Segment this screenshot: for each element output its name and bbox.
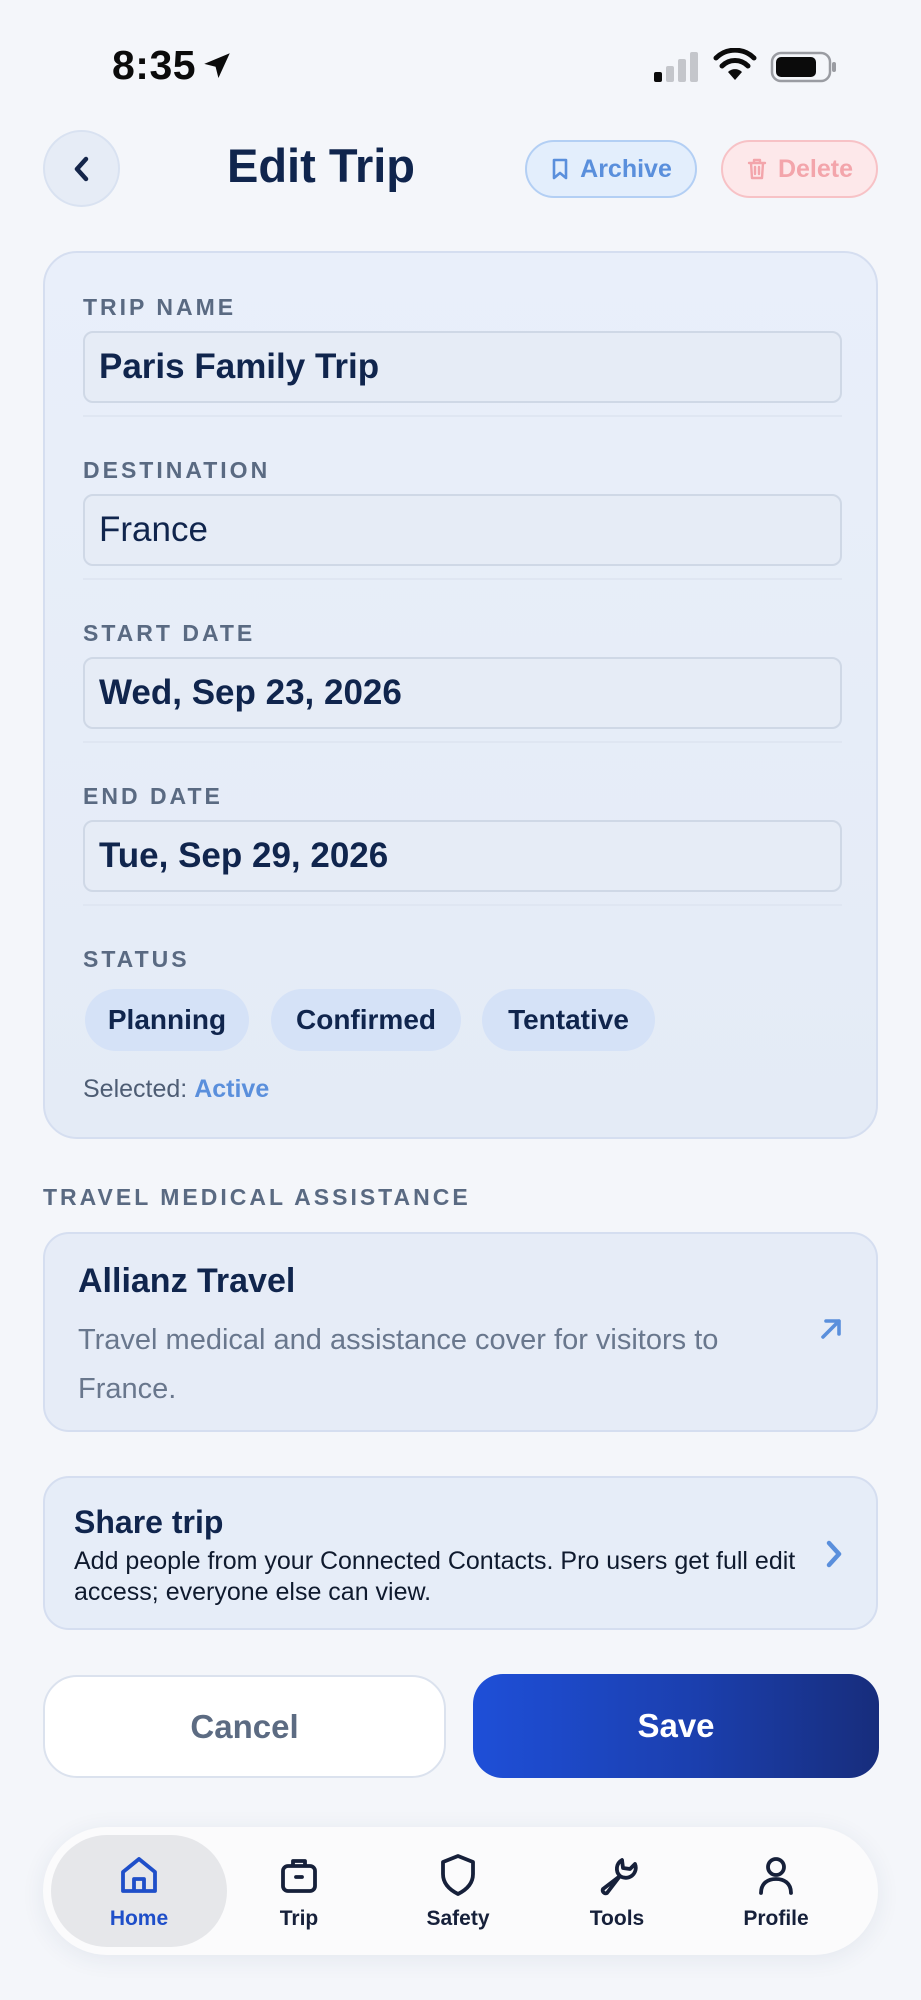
home-icon (121, 1857, 157, 1893)
share-trip-description: Add people from your Connected Contacts.… (74, 1547, 796, 1606)
selected-status-value: Active (194, 1075, 270, 1103)
field-divider (83, 904, 842, 906)
medical-assistance-card[interactable]: Allianz Travel Travel medical and assist… (43, 1232, 878, 1432)
user-icon (759, 1857, 793, 1895)
field-divider (83, 415, 842, 417)
trip-name-input[interactable]: Paris Family Trip (83, 331, 842, 403)
destination-label: DESTINATION (83, 457, 271, 483)
tab-safety[interactable]: Safety (370, 1835, 546, 1947)
bookmark-icon (552, 158, 568, 180)
tab-tools[interactable]: Tools (529, 1835, 705, 1947)
briefcase-icon (281, 1859, 317, 1893)
external-link-arrow-icon (821, 1319, 841, 1339)
destination-input[interactable]: France (83, 494, 842, 566)
status-chip-planning[interactable]: Planning (85, 989, 249, 1051)
tab-safety-label: Safety (426, 1907, 490, 1930)
status-label: STATUS (83, 946, 190, 972)
delete-label: Delete (777, 154, 854, 183)
chevron-right-icon (826, 1540, 842, 1568)
cellular-signal-icon (654, 52, 698, 82)
status-bar: 8:35 (0, 0, 921, 120)
status-chip-confirmed[interactable]: Confirmed (271, 989, 461, 1051)
location-arrow-icon (204, 53, 230, 79)
tab-home-label: Home (109, 1907, 169, 1930)
status-time: 8:35 (112, 42, 197, 88)
field-divider (83, 578, 842, 580)
cancel-button[interactable]: Cancel (43, 1675, 446, 1778)
tab-profile[interactable]: Profile (688, 1835, 864, 1947)
provider-description: Travel medical and assistance cover for … (78, 1324, 719, 1405)
status-chip-tentative[interactable]: Tentative (482, 989, 655, 1051)
end-date-label: END DATE (83, 783, 223, 809)
selected-prefix: Selected: (83, 1075, 188, 1103)
battery-icon (770, 51, 836, 83)
share-trip-title: Share trip (74, 1504, 224, 1540)
trip-form-card: TRIP NAME Paris Family Trip DESTINATION … (43, 251, 878, 1139)
tab-tools-label: Tools (589, 1907, 645, 1930)
delete-button[interactable]: Delete (721, 140, 878, 198)
archive-label: Archive (580, 154, 672, 183)
wifi-icon (713, 48, 757, 80)
medical-section-heading: TRAVEL MEDICAL ASSISTANCE (43, 1184, 471, 1210)
share-trip-card[interactable]: Share trip Add people from your Connecte… (43, 1476, 878, 1630)
tab-trip-label: Trip (279, 1907, 319, 1930)
start-date-input[interactable]: Wed, Sep 23, 2026 (83, 657, 842, 729)
start-date-label: START DATE (83, 620, 256, 646)
provider-name: Allianz Travel (78, 1262, 296, 1300)
end-date-input[interactable]: Tue, Sep 29, 2026 (83, 820, 842, 892)
field-divider (83, 741, 842, 743)
trash-icon (747, 158, 767, 180)
wrench-icon (600, 1858, 638, 1896)
tab-trip[interactable]: Trip (211, 1835, 387, 1947)
back-button[interactable] (43, 130, 120, 207)
trip-name-label: TRIP NAME (83, 294, 237, 320)
chevron-left-icon (74, 156, 88, 181)
save-button[interactable]: Save (473, 1674, 879, 1778)
page-title: Edit Trip (227, 139, 415, 192)
archive-button[interactable]: Archive (525, 140, 697, 198)
shield-icon (441, 1854, 475, 1896)
status-selected: Selected: Active (83, 1075, 269, 1104)
tab-profile-label: Profile (743, 1907, 809, 1930)
tab-home[interactable]: Home (51, 1835, 227, 1947)
bottom-tab-bar: Home Trip Safety Tools Profile (43, 1827, 878, 1955)
